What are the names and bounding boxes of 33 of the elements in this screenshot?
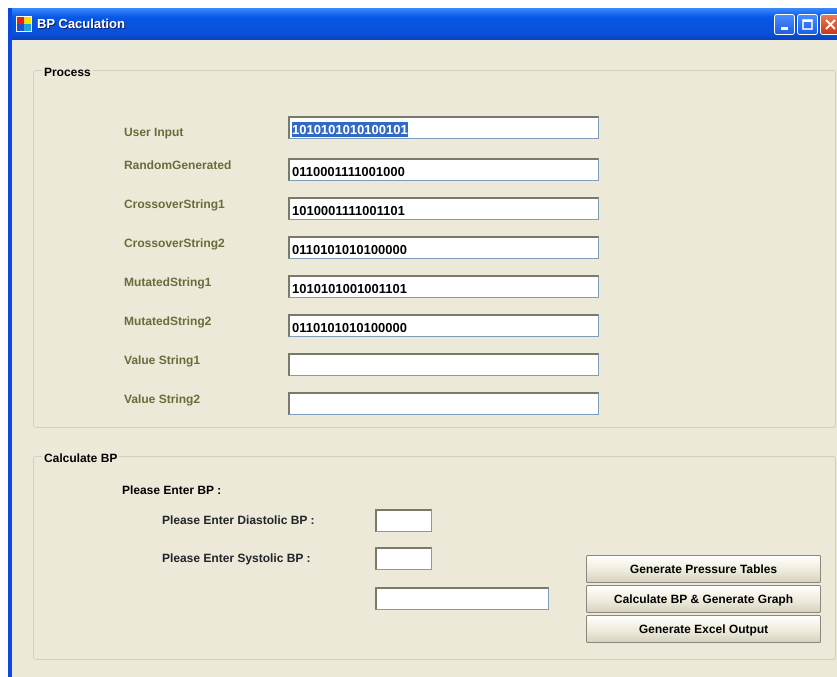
maximize-button[interactable]	[797, 14, 818, 34]
field-label: MutatedString1	[123, 274, 212, 291]
field-label: Value String1	[123, 352, 202, 369]
input-field[interactable]: 0110101010100000	[288, 314, 599, 337]
field-label: RandomGenerated	[123, 157, 232, 174]
window-title: BP Caculation	[37, 15, 125, 34]
action-button[interactable]: Calculate BP & Generate Graph	[586, 585, 821, 613]
input-field[interactable]	[288, 353, 599, 376]
input-field[interactable]: 1010101001001101	[288, 275, 599, 298]
input-field[interactable]	[288, 392, 599, 415]
input-field[interactable]	[375, 509, 432, 532]
input-field[interactable]: 0110001111001000	[288, 158, 599, 181]
input-field[interactable]	[375, 587, 549, 610]
close-button[interactable]	[820, 14, 837, 34]
input-field[interactable]: 1010001111001101	[288, 197, 599, 220]
field-label: Value String2	[123, 391, 202, 408]
field-label: User Input	[123, 124, 184, 141]
input-field[interactable]	[375, 547, 432, 570]
field-label: Please Enter Systolic BP :	[161, 550, 312, 567]
input-field[interactable]: 1010101010100101	[288, 116, 599, 139]
field-label: CrossoverString2	[123, 235, 226, 252]
field-label: CrossoverString1	[123, 196, 226, 213]
minimize-icon	[781, 26, 788, 30]
maximize-icon	[802, 18, 813, 30]
section-heading: Please Enter BP :	[121, 482, 222, 499]
app-icon	[16, 16, 32, 32]
action-button[interactable]: Generate Pressure Tables	[586, 555, 821, 583]
input-field[interactable]: 0110101010100000	[288, 236, 599, 259]
field-label: Please Enter Diastolic BP :	[161, 512, 316, 529]
field-label: MutatedString2	[123, 313, 212, 330]
minimize-button[interactable]	[774, 14, 795, 34]
close-icon	[825, 18, 836, 30]
action-button[interactable]: Generate Excel Output	[586, 615, 821, 643]
